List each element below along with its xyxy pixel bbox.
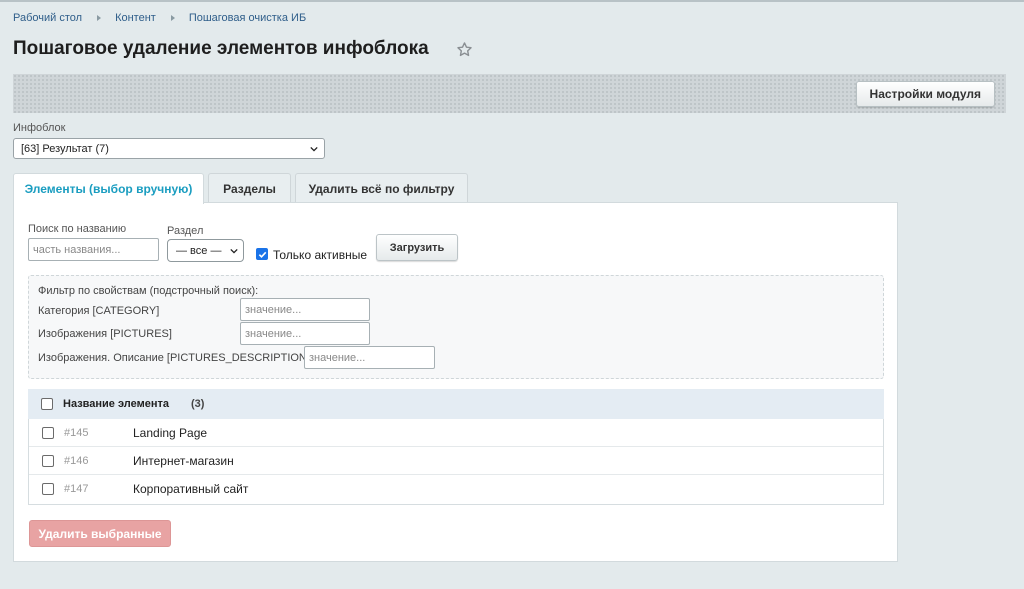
row-id: #147 [64,483,89,495]
delete-selected-button[interactable]: Удалить выбранные [29,520,171,547]
table-row[interactable]: #147 Корпоративный сайт [29,475,883,503]
row-checkbox[interactable] [42,427,54,439]
element-list: #145 Landing Page #146 Интернет-магазин … [28,419,884,505]
row-name: Интернет-магазин [133,454,234,468]
section-select-value: — все — [176,244,222,257]
property-filter-box: Фильтр по свойствам (подстрочный поиск):… [28,275,884,379]
list-header-title: Название элемента [63,398,169,410]
property-pictures-description-input[interactable]: значение... [304,346,435,369]
section-label: Раздел [167,225,204,237]
page-title: Пошаговое удаление элементов инфоблока [13,38,429,59]
property-category-placeholder: значение... [245,303,302,316]
chevron-right-icon [170,15,175,21]
property-pictures-label: Изображения [PICTURES] [38,328,172,340]
module-settings-button[interactable]: Настройки модуля [855,81,995,107]
breadcrumb: Рабочий стол Контент Пошаговая очистка И… [13,12,306,24]
breadcrumb-desktop[interactable]: Рабочий стол [13,12,82,24]
property-category-label: Категория [CATEGORY] [38,305,160,317]
row-name: Landing Page [133,426,208,440]
property-pictures-description-label: Изображения. Описание [PICTURES_DESCRIPT… [38,352,310,364]
chevron-down-icon [230,248,238,254]
search-input[interactable]: часть названия... [28,238,159,261]
row-id: #146 [64,455,89,467]
row-id: #145 [64,427,89,439]
chevron-down-icon [310,146,318,152]
active-only-label[interactable]: Только активные [273,248,367,262]
load-button[interactable]: Загрузить [376,234,458,261]
property-pictures-description-placeholder: значение... [309,351,366,364]
property-filter-title: Фильтр по свойствам (подстрочный поиск): [38,285,259,297]
toolbar: Настройки модуля [13,74,1006,113]
breadcrumb-content[interactable]: Контент [115,12,156,24]
property-category-input[interactable]: значение... [240,298,370,321]
chevron-right-icon [97,15,102,21]
property-pictures-input[interactable]: значение... [240,322,370,345]
select-all-checkbox[interactable] [41,398,53,410]
row-checkbox[interactable] [42,483,54,495]
table-row[interactable]: #145 Landing Page [29,419,883,447]
row-name: Корпоративный сайт [133,482,249,496]
list-count: (3) [191,398,205,410]
elements-panel: Поиск по названию часть названия... Разд… [13,202,898,562]
check-icon [258,251,267,259]
iblock-select[interactable]: [63] Результат (7) [13,138,325,159]
tab-elements-manual[interactable]: Элементы (выбор вручную) [13,173,204,204]
iblock-label: Инфоблок [13,122,66,134]
section-select[interactable]: — все — [167,239,244,262]
top-border [0,0,1024,2]
tab-delete-all-by-filter[interactable]: Удалить всё по фильтру [295,173,468,203]
property-pictures-placeholder: значение... [245,327,302,340]
iblock-select-value: [63] Результат (7) [21,142,109,155]
row-checkbox[interactable] [42,455,54,467]
active-only-checkbox[interactable] [256,248,268,260]
star-icon[interactable] [456,41,473,58]
breadcrumb-iblock-cleanup[interactable]: Пошаговая очистка ИБ [189,12,306,24]
search-label: Поиск по названию [28,223,127,235]
tab-sections[interactable]: Разделы [208,173,291,203]
search-input-placeholder: часть названия... [33,243,121,256]
list-header: Название элемента (3) [28,389,884,419]
table-row[interactable]: #146 Интернет-магазин [29,447,883,475]
